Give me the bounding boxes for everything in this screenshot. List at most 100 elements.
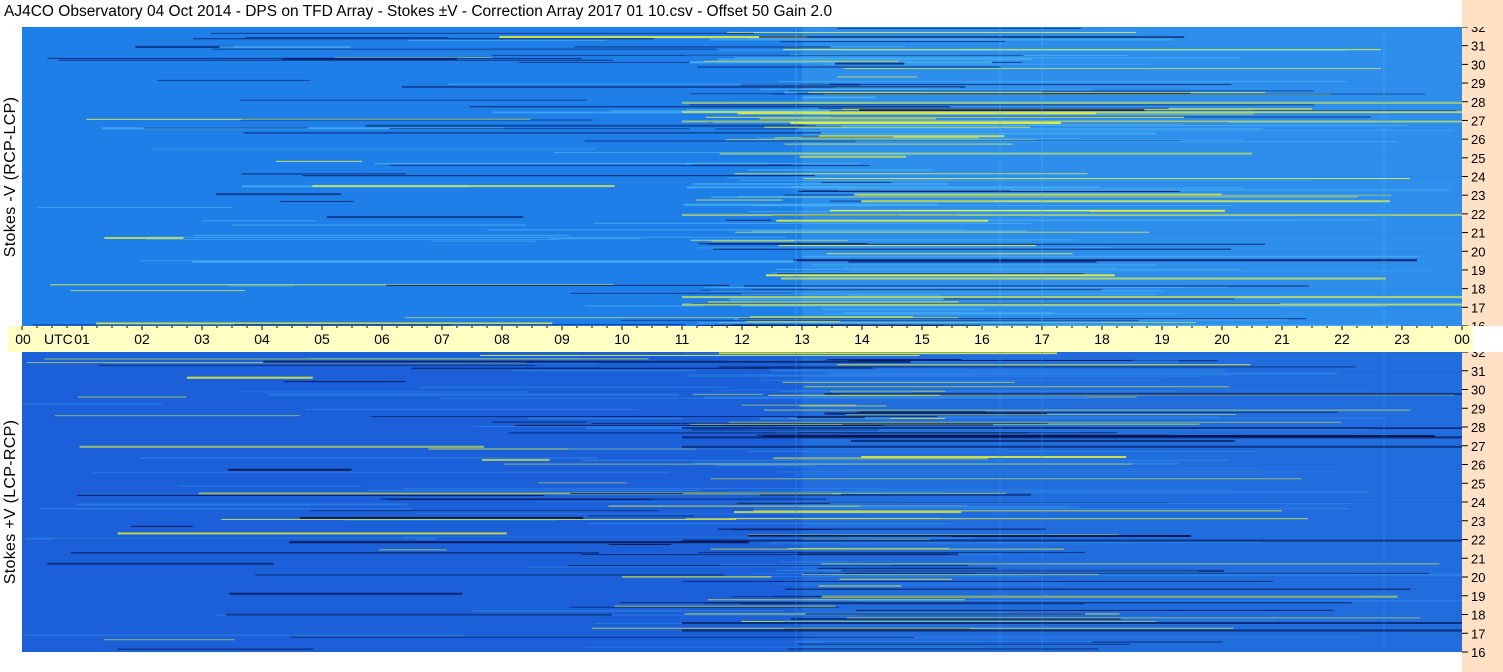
- time-tick-label: UTC: [44, 331, 73, 347]
- streak: [418, 386, 729, 388]
- streak: [855, 140, 1398, 142]
- freq-axis-bottom: 32 31 30 29 28 27 26 25 24 23 22 21 20 19 18 17 16: [1462, 352, 1503, 672]
- streak: [404, 317, 959, 319]
- streak: [760, 88, 926, 90]
- streak: [752, 205, 878, 207]
- time-tick-label: 03: [194, 331, 210, 347]
- streak: [290, 636, 915, 638]
- time-tick-label: 18: [1094, 331, 1110, 347]
- streak: [843, 312, 1055, 315]
- streak: [826, 253, 1073, 255]
- streak: [845, 414, 1237, 416]
- streak: [846, 617, 1420, 619]
- emission-band: [682, 622, 1462, 624]
- streak: [802, 255, 1420, 257]
- streak: [44, 358, 649, 360]
- top-ylabel-text: Stokes -V (RCP-LCP): [2, 96, 19, 257]
- streak: [773, 457, 989, 460]
- streak: [768, 394, 940, 396]
- streak: [747, 538, 869, 540]
- streak: [760, 379, 1161, 381]
- streak: [216, 193, 341, 196]
- streak: [691, 429, 879, 431]
- streak: [851, 439, 1235, 442]
- streak: [25, 537, 437, 540]
- top-ylabel: Stokes -V (RCP-LCP): [0, 27, 22, 326]
- streak: [70, 552, 599, 554]
- time-tick-label: 01: [74, 331, 90, 347]
- streak: [776, 219, 989, 222]
- streak: [472, 425, 725, 427]
- streak: [795, 130, 1454, 132]
- streak: [480, 354, 920, 356]
- time-tick-label: 14: [854, 331, 870, 347]
- streak: [47, 562, 274, 565]
- freq-tick-label: 26: [1471, 132, 1485, 147]
- streak: [784, 143, 1013, 145]
- freq-tick-label: 17: [1471, 300, 1485, 315]
- streak: [140, 457, 598, 459]
- streak: [796, 553, 959, 556]
- streak: [713, 248, 1232, 250]
- streak: [761, 374, 973, 376]
- streak: [686, 186, 1100, 189]
- streak: [585, 305, 704, 307]
- streak: [817, 567, 997, 569]
- streak: [312, 185, 615, 188]
- streak: [241, 119, 593, 121]
- streak: [819, 107, 1169, 109]
- streak: [568, 448, 1004, 450]
- streak: [855, 411, 1339, 413]
- streak: [389, 165, 870, 167]
- streak: [37, 207, 232, 209]
- freq-tick-label: 32: [1471, 27, 1485, 35]
- freq-tick-label: 16: [1471, 645, 1485, 660]
- streak: [157, 79, 310, 81]
- streak: [759, 36, 1185, 39]
- streak: [764, 126, 1031, 128]
- streak: [861, 200, 1390, 203]
- streak: [788, 547, 949, 549]
- freq-tick-label: 19: [1471, 589, 1485, 604]
- streak: [748, 210, 1091, 212]
- streak: [803, 572, 1429, 574]
- streak: [404, 536, 953, 538]
- streak: [805, 613, 1086, 615]
- streak: [704, 60, 899, 62]
- streak: [751, 230, 1027, 233]
- streak: [367, 489, 700, 491]
- streak: [508, 432, 1028, 434]
- streak: [717, 58, 1033, 61]
- freq-tick-label: 18: [1471, 608, 1485, 623]
- freq-tick-label: 21: [1471, 551, 1485, 566]
- streak: [795, 474, 1263, 476]
- streak: [825, 372, 1338, 375]
- streak: [816, 125, 1408, 127]
- streak: [228, 285, 294, 287]
- streak: [54, 415, 300, 417]
- freq-tick-label: 20: [1471, 570, 1485, 585]
- streak: [728, 491, 1369, 494]
- streak: [682, 580, 1273, 582]
- streak: [243, 132, 822, 134]
- streak: [808, 91, 1266, 93]
- streak: [402, 488, 887, 490]
- streak: [818, 585, 902, 587]
- streak: [309, 510, 659, 512]
- streak: [239, 99, 587, 101]
- streak: [70, 290, 245, 292]
- streak: [374, 163, 859, 165]
- time-tick-label: 10: [614, 331, 630, 347]
- streak: [797, 612, 1009, 614]
- spectrogram-top: [22, 27, 1462, 326]
- streak: [202, 220, 318, 222]
- bottom-ylabel: Stokes +V (LCP-RCP): [0, 352, 22, 652]
- streak: [683, 492, 1006, 494]
- streak: [241, 173, 407, 175]
- streak: [585, 646, 983, 648]
- streak: [821, 182, 892, 184]
- emission-band: [682, 436, 1462, 439]
- streak: [411, 367, 769, 369]
- streak: [740, 603, 1085, 605]
- freq-tick-label: 27: [1471, 113, 1485, 128]
